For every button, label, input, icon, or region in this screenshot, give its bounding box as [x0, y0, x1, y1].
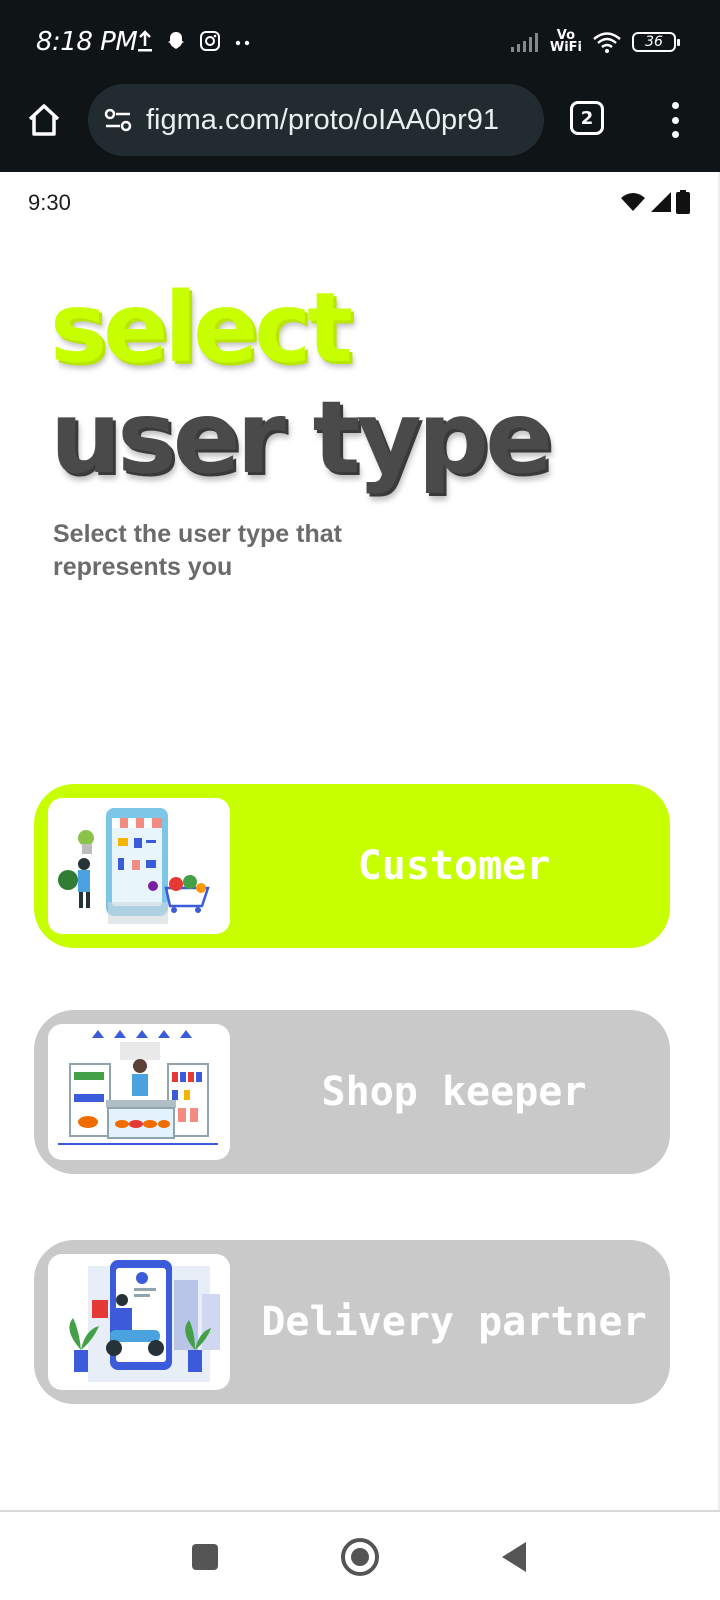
delivery-illustration	[48, 1254, 230, 1390]
recents-button[interactable]	[192, 1544, 218, 1570]
vowifi-indicator: Vo WiFi	[549, 29, 582, 55]
upload-icon	[138, 30, 152, 52]
browser-toolbar: figma.com/proto/oIAA0pr91 2	[0, 84, 720, 172]
back-button[interactable]	[502, 1542, 526, 1572]
option-customer[interactable]: Customer	[34, 784, 670, 948]
cell-signal-icon	[510, 33, 538, 52]
address-bar[interactable]: figma.com/proto/oIAA0pr91	[88, 84, 544, 156]
title-line-user-type: user type	[50, 379, 553, 496]
option-delivery-partner[interactable]: Delivery partner	[34, 1240, 670, 1404]
option-label-customer: Customer	[357, 843, 551, 889]
system-indicators: Vo WiFi 36	[510, 29, 680, 55]
snapchat-icon	[168, 32, 184, 49]
battery-icon	[676, 190, 690, 214]
title-line-select: select	[50, 272, 353, 384]
home-button[interactable]	[341, 1538, 379, 1576]
more-dots-icon	[235, 40, 250, 46]
option-shop-keeper[interactable]: Shop keeper	[34, 1010, 670, 1174]
app-status-time: 9:30	[28, 190, 71, 215]
tab-switcher-button[interactable]: 2	[570, 101, 604, 135]
system-time: 8:18 PM	[36, 27, 138, 57]
option-label-shop-keeper: Shop keeper	[321, 1069, 587, 1115]
customer-illustration	[48, 798, 230, 934]
wifi-icon	[621, 193, 645, 211]
notification-icons	[137, 30, 253, 52]
shopkeeper-illustration	[48, 1024, 230, 1160]
system-status-bar: 8:18 PM Vo WiFi 36	[0, 0, 720, 84]
instagram-icon	[200, 31, 220, 51]
subtitle: Select the user type that represents you	[53, 520, 342, 581]
prototype-frame: 9:30 select user type Select the user ty…	[0, 172, 720, 1512]
vowifi-bottom: WiFi	[549, 40, 582, 55]
screen: 8:18 PM Vo WiFi 36 figma.com/proto/oIAA0…	[0, 0, 720, 1600]
browser-home-button[interactable]	[22, 98, 66, 142]
menu-dot	[671, 116, 679, 124]
wifi-icon	[593, 32, 621, 53]
menu-dot	[671, 102, 679, 109]
home-icon	[28, 104, 60, 136]
home-dot-icon	[351, 1548, 369, 1566]
battery-indicator: 36	[632, 32, 680, 52]
navigation-bar	[0, 1512, 720, 1600]
site-settings-icon[interactable]	[104, 107, 132, 133]
menu-dot	[671, 131, 679, 138]
option-label-delivery-partner: Delivery partner	[261, 1299, 647, 1345]
cell-signal-icon	[651, 192, 671, 212]
app-status-icons	[620, 190, 690, 214]
url-text[interactable]: figma.com/proto/oIAA0pr91	[146, 104, 526, 137]
browser-menu-button[interactable]	[665, 98, 685, 142]
